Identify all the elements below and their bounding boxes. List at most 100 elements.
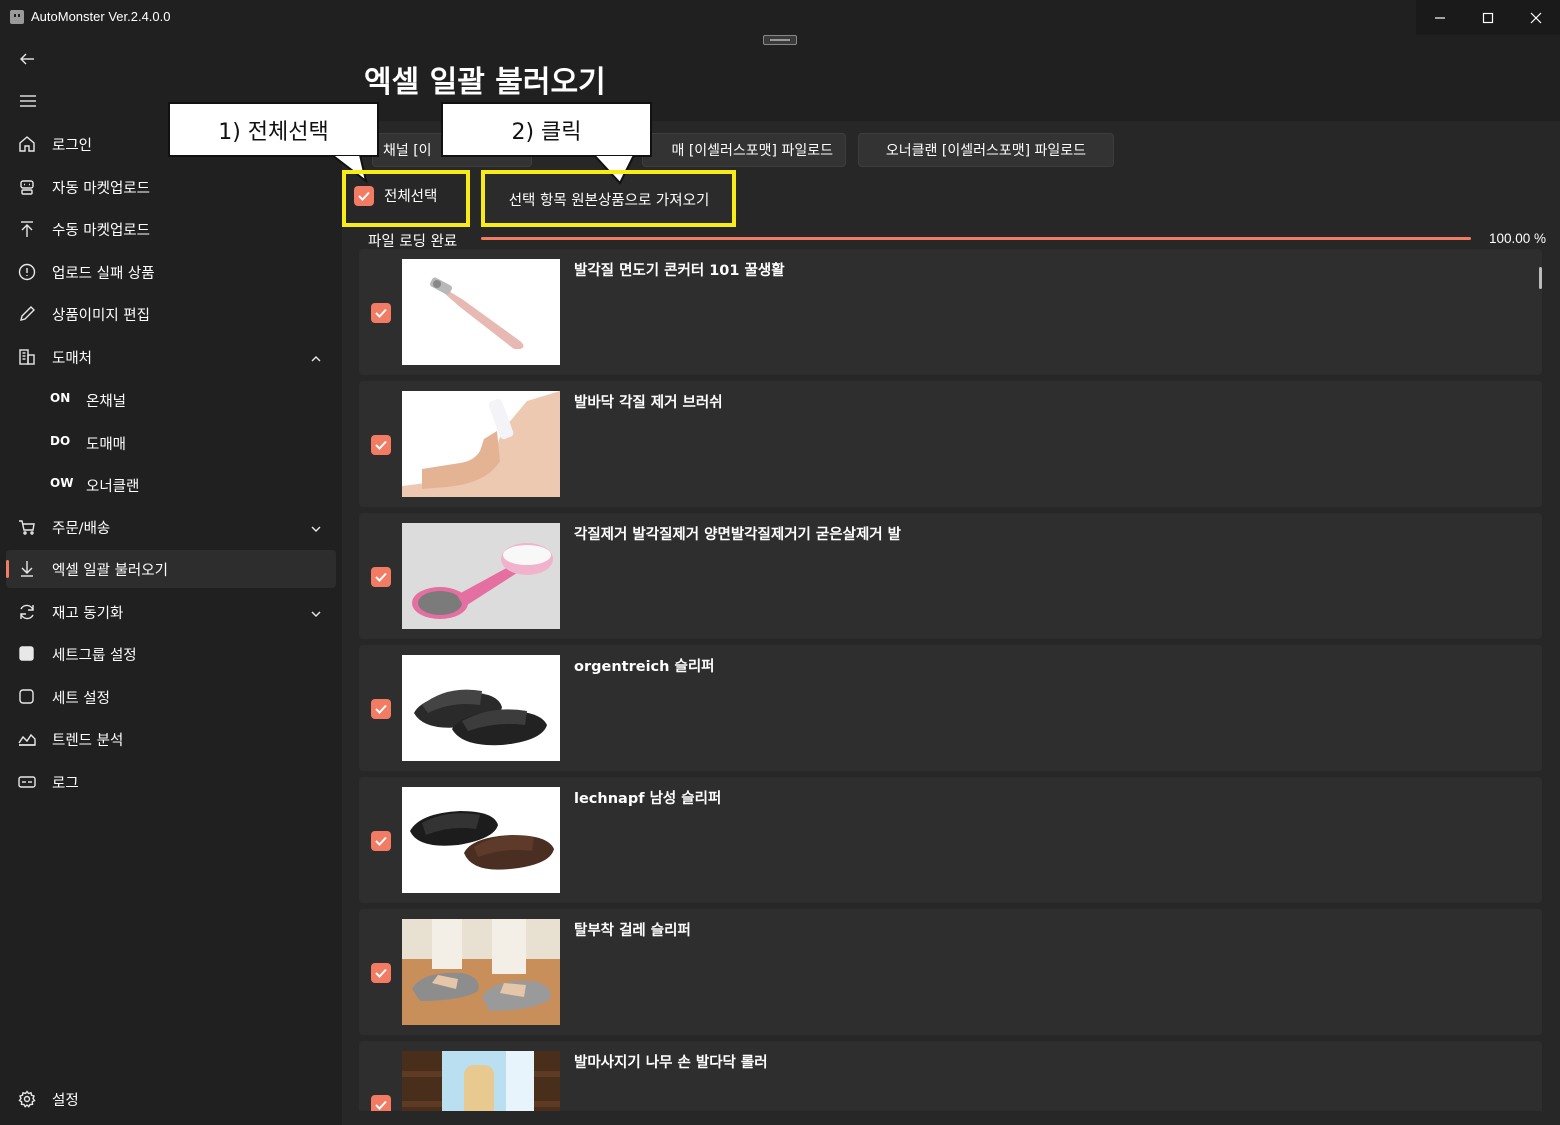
- list-item[interactable]: 각질제거 발각질제거 양면발각질제거기 굳은살제거 발: [359, 513, 1542, 639]
- robot-icon: [18, 178, 36, 196]
- sub-item-label: 온채널: [86, 394, 127, 410]
- checkbox-checked-icon[interactable]: [371, 831, 391, 851]
- sidebar-item-settings[interactable]: 설정: [6, 1080, 336, 1118]
- list-item[interactable]: lechnapf 남성 슬리퍼: [359, 777, 1542, 903]
- product-title: 발바닥 각질 제거 브러쉬: [574, 395, 723, 411]
- minimize-icon[interactable]: [1416, 0, 1464, 35]
- product-thumbnail: [402, 919, 560, 1025]
- checkbox-checked-icon[interactable]: [371, 303, 391, 323]
- download-icon: [18, 560, 36, 578]
- checkbox-checked-icon[interactable]: [371, 1095, 391, 1111]
- annotation-step1-text: 1) 전체선택: [218, 119, 329, 145]
- sub-item-code: OW: [50, 476, 74, 490]
- button-label: 오너클랜 [이셀러스포맷] 파일로드: [885, 143, 1087, 159]
- sidebar-item-upload-failed[interactable]: 업로드 실패 상품: [6, 253, 336, 291]
- product-title: 발마사지기 나무 손 발다닥 롤러: [574, 1055, 768, 1071]
- sidebar: 로그인 자동 마켓업로드 수동 마켓업로드 업로드 실패 상품 상품이미지 편집…: [0, 35, 342, 1125]
- checkbox-checked-icon[interactable]: [371, 567, 391, 587]
- chevron-down-icon: [310, 605, 322, 617]
- title-bar: AutoMonster Ver.2.4.0.0: [0, 0, 1560, 35]
- building-icon: [18, 348, 36, 366]
- sidebar-item-excel-import[interactable]: 엑셀 일괄 불러오기: [6, 550, 336, 588]
- progress-fill: [481, 237, 1471, 240]
- annotation-step1-callout: 1) 전체선택: [168, 102, 379, 157]
- sidebar-item-auto-upload[interactable]: 자동 마켓업로드: [6, 168, 336, 206]
- sidebar-item-label: 로그인: [52, 138, 93, 154]
- maximize-icon[interactable]: [1464, 0, 1512, 35]
- sidebar-item-set-group[interactable]: 세트그룹 설정: [6, 635, 336, 673]
- area-chart-icon: [18, 730, 36, 748]
- sidebar-item-label: 세트그룹 설정: [52, 648, 137, 664]
- sub-item-label: 오너클랜: [86, 479, 140, 495]
- sidebar-item-orders[interactable]: 주문/배송: [6, 508, 336, 546]
- list-item[interactable]: 발각질 면도기 콘커터 101 꿀생활: [359, 249, 1542, 375]
- sidebar-item-label: 업로드 실패 상품: [52, 266, 155, 282]
- sidebar-item-image-edit[interactable]: 상품이미지 편집: [6, 295, 336, 333]
- sidebar-subitem-onchannel[interactable]: ON 온채널: [6, 380, 336, 418]
- sub-item-code: DO: [50, 434, 71, 448]
- checkbox-checked-icon[interactable]: [371, 699, 391, 719]
- progress-label: 파일 로딩 완료: [368, 234, 458, 250]
- sidebar-item-trend[interactable]: 트렌드 분석: [6, 720, 336, 758]
- back-arrow-icon[interactable]: [18, 49, 38, 69]
- product-title: orgentreich 슬리퍼: [574, 659, 715, 675]
- window-controls: [1416, 0, 1560, 35]
- drag-handle-icon[interactable]: [763, 35, 797, 45]
- list-item[interactable]: 발마사지기 나무 손 발다닥 롤러: [359, 1041, 1542, 1111]
- sub-item-code: ON: [50, 391, 71, 405]
- close-icon[interactable]: [1512, 0, 1560, 35]
- sidebar-item-label: 재고 동기화: [52, 606, 124, 622]
- page-title: 엑셀 일괄 불러오기: [364, 65, 606, 100]
- alert-circle-icon: [18, 263, 36, 281]
- product-title: lechnapf 남성 슬리퍼: [574, 791, 722, 807]
- checkbox-checked-icon[interactable]: [371, 963, 391, 983]
- sidebar-item-label: 상품이미지 편집: [52, 308, 150, 324]
- upload-icon: [18, 220, 36, 238]
- sidebar-item-wholesaler[interactable]: 도매처: [6, 338, 336, 376]
- annotation-step2-callout: 2) 클릭: [441, 102, 652, 157]
- sidebar-item-log[interactable]: 로그: [6, 763, 336, 801]
- product-thumbnail: [402, 655, 560, 761]
- sidebar-subitem-domeme[interactable]: DO 도매매: [6, 423, 336, 461]
- sidebar-item-label: 로그: [52, 776, 79, 792]
- sidebar-item-stock-sync[interactable]: 재고 동기화: [6, 593, 336, 631]
- sidebar-item-label: 트렌드 분석: [52, 733, 124, 749]
- progress-percent: 100.00 %: [1488, 231, 1546, 246]
- sidebar-item-label: 수동 마켓업로드: [52, 223, 150, 239]
- sidebar-item-label: 자동 마켓업로드: [52, 181, 150, 197]
- hamburger-menu-icon[interactable]: [18, 91, 38, 111]
- sidebar-subitem-ownerclan[interactable]: OW 오너클랜: [6, 465, 336, 503]
- annotation-highlight-select-all: [342, 170, 470, 227]
- home-icon: [18, 135, 36, 153]
- domeme-file-load-button[interactable]: 매 [이셀러스포맷] 파일로드: [642, 133, 846, 167]
- sidebar-item-label: 도매처: [52, 351, 93, 367]
- ownerclan-file-load-button[interactable]: 오너클랜 [이셀러스포맷] 파일로드: [858, 133, 1114, 167]
- product-thumbnail: [402, 787, 560, 893]
- button-label: 매 [이셀러스포맷] 파일로드: [671, 143, 833, 159]
- log-icon: [18, 773, 36, 791]
- product-thumbnail: [402, 523, 560, 629]
- product-title: 발각질 면도기 콘커터 101 꿀생활: [574, 263, 785, 279]
- annotation-step2-text: 2) 클릭: [511, 119, 582, 145]
- list-item[interactable]: orgentreich 슬리퍼: [359, 645, 1542, 771]
- checkbox-checked-icon[interactable]: [371, 435, 391, 455]
- list-item[interactable]: 발바닥 각질 제거 브러쉬: [359, 381, 1542, 507]
- gear-icon: [18, 1090, 36, 1108]
- sidebar-item-label: 엑셀 일괄 불러오기: [52, 563, 168, 579]
- product-list[interactable]: 발각질 면도기 콘커터 101 꿀생활 발바닥 각질 제거 브러쉬 각질제거 발…: [359, 249, 1543, 1111]
- annotation-highlight-import-button: [481, 170, 736, 227]
- sync-icon: [18, 603, 36, 621]
- chevron-up-icon: [310, 350, 322, 362]
- list-item[interactable]: 탈부착 걸레 슬리퍼: [359, 909, 1542, 1035]
- sidebar-item-label: 설정: [52, 1093, 79, 1109]
- square-filled-icon: [18, 645, 36, 663]
- sidebar-item-label: 세트 설정: [52, 691, 110, 707]
- chevron-down-icon: [310, 520, 322, 532]
- product-title: 탈부착 걸레 슬리퍼: [574, 923, 691, 939]
- pen-icon: [18, 305, 36, 323]
- product-thumbnail: [402, 1051, 560, 1111]
- sidebar-item-set[interactable]: 세트 설정: [6, 678, 336, 716]
- list-scrollbar[interactable]: [1539, 267, 1542, 289]
- sidebar-item-manual-upload[interactable]: 수동 마켓업로드: [6, 210, 336, 248]
- product-title: 각질제거 발각질제거 양면발각질제거기 굳은살제거 발: [574, 527, 902, 543]
